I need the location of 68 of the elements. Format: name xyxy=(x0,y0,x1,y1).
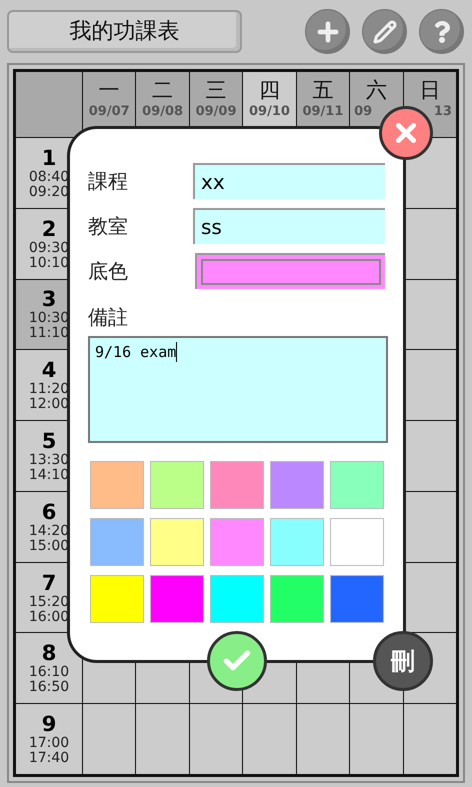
color-swatch[interactable] xyxy=(150,518,204,566)
period-start: 16:10 xyxy=(28,665,70,680)
day-date: 09/09 xyxy=(196,104,237,120)
field-label: 教室 xyxy=(88,213,129,240)
field-label: 課程 xyxy=(88,168,129,195)
color-swatch[interactable] xyxy=(210,518,264,566)
day-date: 09/11 xyxy=(302,104,344,120)
period-number: 9 xyxy=(42,712,56,736)
period-number: 2 xyxy=(42,216,56,241)
day-date: 09/10 xyxy=(249,104,290,120)
color-swatch[interactable] xyxy=(330,518,384,566)
grid-cell[interactable] xyxy=(190,704,242,774)
period-number: 5 xyxy=(42,428,56,453)
period-end: 17:40 xyxy=(28,751,70,766)
grid-cell[interactable] xyxy=(404,492,456,562)
day-name: 四 xyxy=(258,77,280,104)
period-number: 6 xyxy=(42,500,56,524)
field-label: 備註 xyxy=(88,304,129,331)
course-field[interactable]: xx xyxy=(193,163,385,199)
day-date: 13 xyxy=(434,104,453,120)
grid-cell[interactable] xyxy=(404,350,456,420)
color-swatch[interactable] xyxy=(270,461,324,509)
period-number: 7 xyxy=(42,570,56,595)
grid-cell[interactable] xyxy=(404,704,456,774)
day-date: 09/08 xyxy=(142,104,184,120)
app-title: 我的功課表 xyxy=(7,10,242,53)
day-name: 二 xyxy=(152,77,174,104)
room-field[interactable]: ss xyxy=(193,208,385,244)
color-swatch[interactable] xyxy=(270,518,324,566)
day-date: 09 xyxy=(353,104,372,120)
day-name: 六 xyxy=(366,77,387,104)
grid-cell[interactable] xyxy=(404,421,456,491)
field-label: 底色 xyxy=(88,258,129,285)
grid-cell[interactable] xyxy=(404,280,456,350)
color-swatch[interactable] xyxy=(150,461,204,509)
period-number: 1 xyxy=(42,146,56,170)
grid-cell[interactable] xyxy=(243,704,296,774)
color-swatch[interactable] xyxy=(270,575,324,623)
color-swatch[interactable] xyxy=(90,518,144,566)
grid-cell[interactable] xyxy=(404,562,456,632)
day-name: 一 xyxy=(98,77,120,104)
color-swatch[interactable] xyxy=(90,461,144,509)
period-number: 3 xyxy=(42,287,56,312)
color-swatch[interactable] xyxy=(330,461,384,509)
day-date: 09/07 xyxy=(88,104,130,120)
day-name: 日 xyxy=(419,77,440,104)
color-field[interactable] xyxy=(194,253,385,289)
day-name: 三 xyxy=(206,77,227,104)
color-swatch[interactable] xyxy=(90,575,144,623)
add-button[interactable] xyxy=(305,9,350,54)
period-number: 8 xyxy=(42,641,56,666)
pencil-icon xyxy=(372,20,396,44)
note-field[interactable]: 9/16 exam xyxy=(88,336,388,443)
grid-cell[interactable] xyxy=(404,208,456,279)
period-start: 17:00 xyxy=(28,736,70,752)
color-swatch[interactable] xyxy=(150,575,204,623)
day-name: 五 xyxy=(312,77,334,104)
grid-cell[interactable] xyxy=(83,704,136,774)
grid-cell[interactable] xyxy=(136,704,189,774)
help-button[interactable] xyxy=(419,9,464,54)
period-number: 4 xyxy=(42,358,56,382)
edit-button[interactable] xyxy=(362,9,407,54)
grid-cell[interactable] xyxy=(296,704,350,774)
color-swatch[interactable] xyxy=(330,575,384,623)
color-swatch[interactable] xyxy=(210,461,264,509)
color-swatch[interactable] xyxy=(210,575,264,623)
grid-cell[interactable] xyxy=(350,704,403,774)
period-end: 16:50 xyxy=(28,680,70,696)
